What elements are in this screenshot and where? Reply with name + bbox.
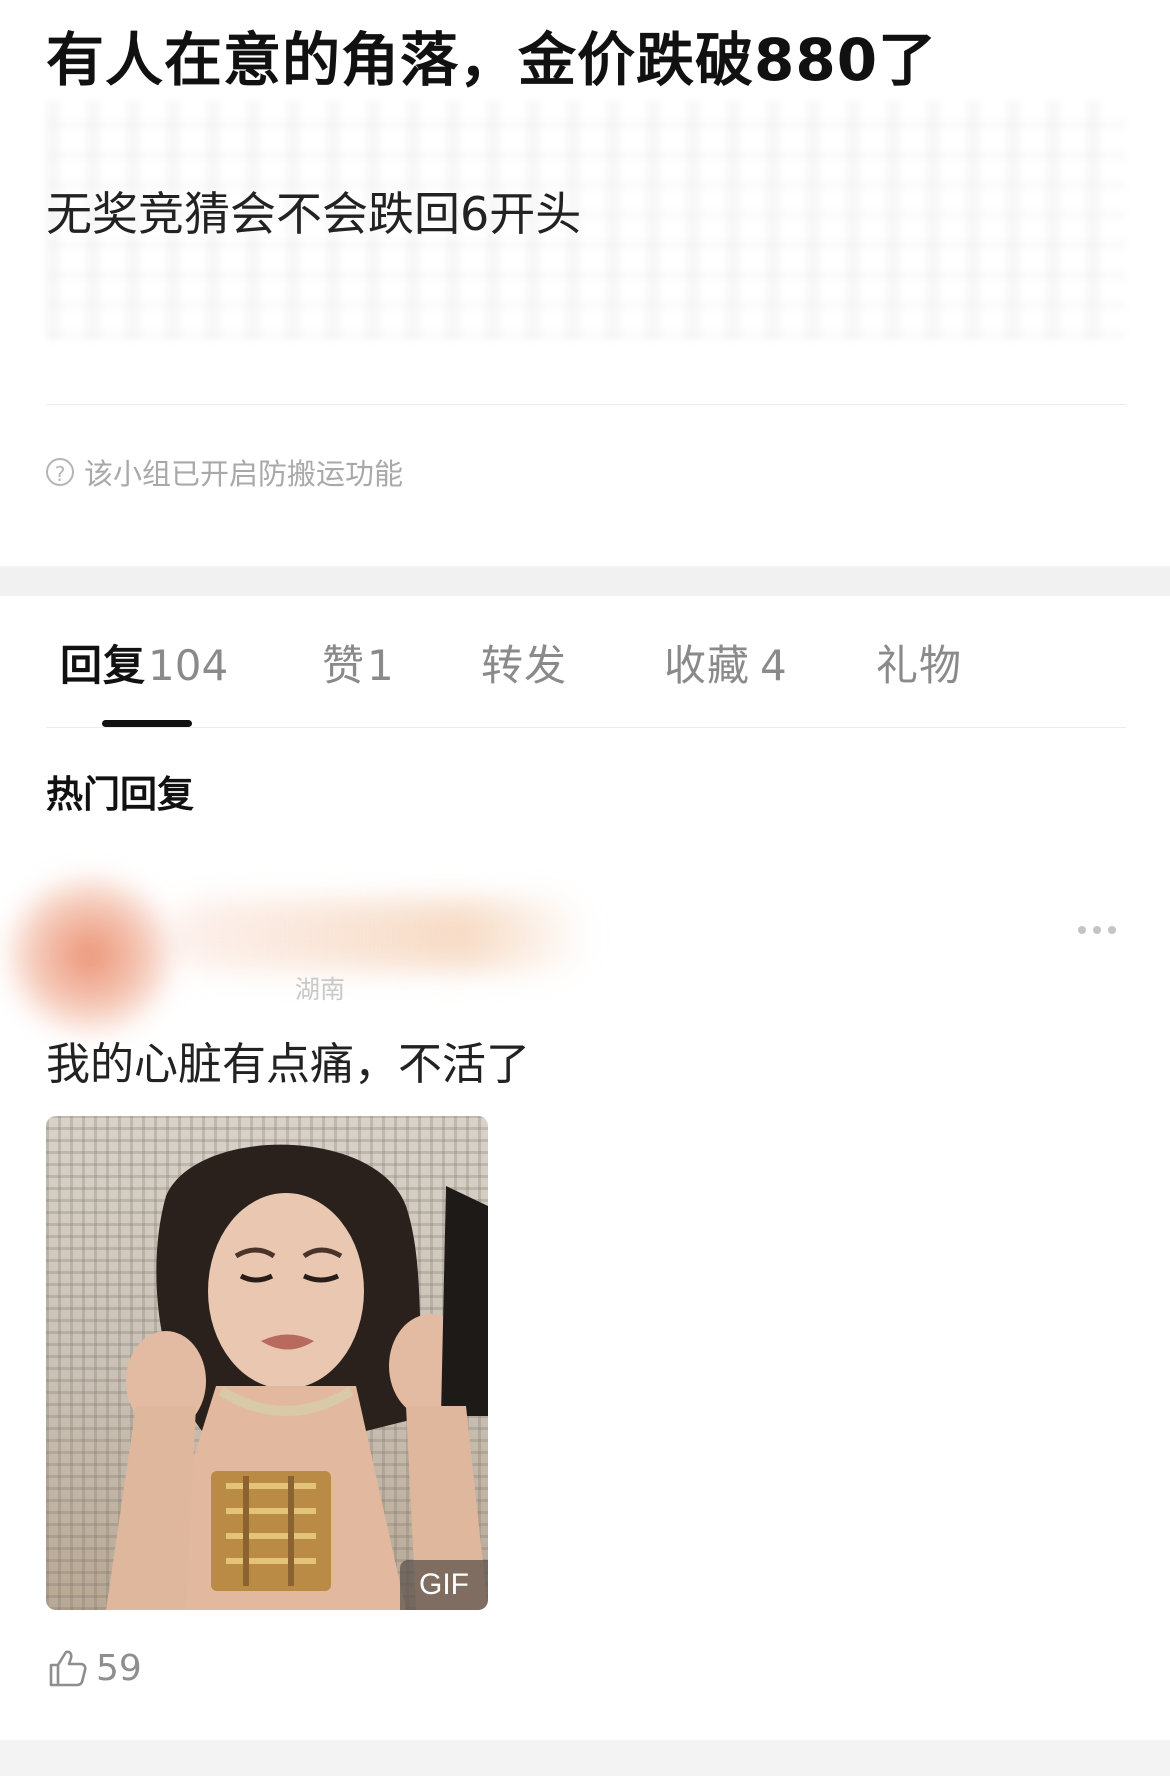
section-gap (0, 1740, 1170, 1776)
tab-label: 回复 (60, 641, 147, 690)
section-gap (0, 566, 1170, 596)
tab-count: 4 (760, 641, 787, 690)
divider (46, 727, 1126, 728)
reply-header: 湖南 (0, 860, 1170, 1040)
reply-gif[interactable]: GIF (46, 1116, 488, 1610)
tab-count: 104 (148, 641, 229, 690)
active-tab-indicator (102, 720, 192, 727)
interaction-tabs: 回复104 赞1 转发 收藏 4 礼物 (0, 596, 1170, 730)
tab-label: 转发 (481, 641, 568, 690)
hot-replies-heading: 热门回复 (46, 773, 194, 816)
gif-badge: GIF (400, 1560, 488, 1610)
tab-gifts[interactable]: 礼物 (876, 638, 962, 694)
more-dots-icon[interactable] (1078, 920, 1122, 940)
tab-label: 礼物 (876, 641, 963, 690)
username-redacted[interactable] (170, 900, 590, 970)
notice-text: 该小组已开启防搬运功能 (84, 457, 404, 491)
tab-likes[interactable]: 赞1 (322, 638, 394, 694)
anti-repost-notice: ? 该小组已开启防搬运功能 (46, 452, 403, 492)
gif-preview-illustration (106, 1144, 488, 1610)
tab-reposts[interactable]: 转发 (481, 638, 567, 694)
post-body: 无奖竞猜会不会跌回6开头 (46, 187, 582, 241)
divider (46, 404, 1126, 405)
reply-text: 我的心脏有点痛，不活了 (46, 1039, 530, 1090)
post-title: 有人在意的角落，金价跌破880了 (46, 26, 938, 94)
avatar[interactable] (0, 870, 180, 1040)
post-page: 有人在意的角落，金价跌破880了 无奖竞猜会不会跌回6开头 ? 该小组已开启防搬… (0, 0, 1170, 1776)
tab-label: 赞 (322, 641, 366, 690)
tab-label: 收藏 (664, 641, 751, 690)
like-button[interactable]: 59 (46, 1638, 142, 1698)
like-count: 59 (96, 1647, 142, 1689)
tab-count: 1 (367, 641, 394, 690)
tab-replies[interactable]: 回复104 (60, 638, 228, 694)
user-location: 湖南 (295, 975, 346, 1004)
thumbs-up-icon (49, 1650, 87, 1687)
question-circle-icon[interactable]: ? (46, 458, 74, 486)
tab-favorites[interactable]: 收藏 4 (664, 638, 787, 694)
